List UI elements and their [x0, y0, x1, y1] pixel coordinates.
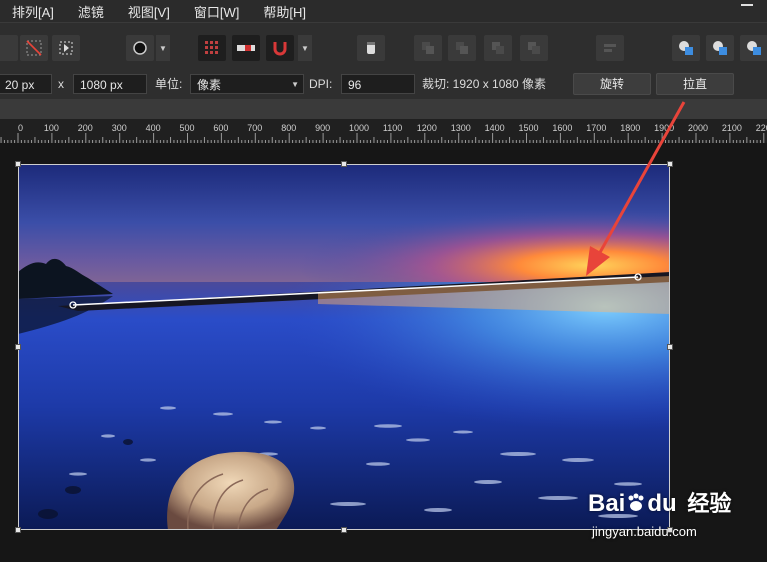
watermark-brand: Bai [588, 490, 626, 517]
watermark-url: jingyan.baidu.com [592, 524, 697, 539]
baidu-watermark: Bai du 经验 jingyan.baidu.com [588, 478, 758, 548]
paw-icon [628, 493, 644, 511]
watermark-text: 经验 [687, 491, 732, 516]
watermark-brand2: du [647, 490, 677, 517]
